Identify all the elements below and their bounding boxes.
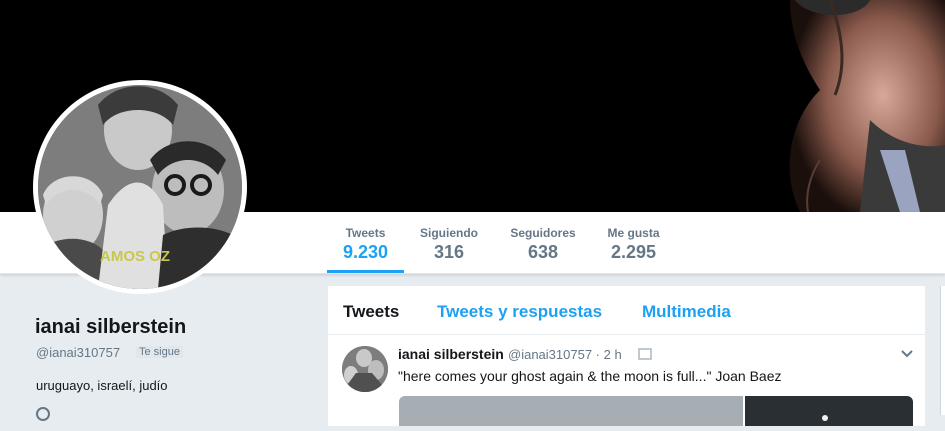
tweet-avatar[interactable] xyxy=(342,346,388,392)
tweet-author-name[interactable]: ianai silberstein xyxy=(398,346,504,362)
chevron-down-icon[interactable] xyxy=(899,346,915,362)
tab-tweets-replies[interactable]: Tweets y respuestas xyxy=(437,302,602,322)
profile-name[interactable]: ianai silberstein xyxy=(35,316,186,339)
stat-likes-value: 2.295 xyxy=(610,242,657,262)
stat-following-label: Siguiendo xyxy=(420,226,478,240)
stat-followers-value: 638 xyxy=(527,242,559,262)
stat-following[interactable]: Siguiendo 316 xyxy=(414,212,484,273)
avatar-caption: AMOS OZ xyxy=(100,248,170,265)
avatar-photo: AMOS OZ xyxy=(38,85,242,289)
profile-handle[interactable]: @ianai310757 xyxy=(36,345,120,360)
location-icon xyxy=(36,407,50,421)
tab-tweets[interactable]: Tweets xyxy=(343,302,399,322)
timeline-tabs: Tweets Tweets y respuestas Multimedia xyxy=(328,286,925,335)
stat-tweets[interactable]: Tweets 9.230 xyxy=(327,212,404,273)
stat-likes[interactable]: Me gusta 2.295 xyxy=(601,212,666,273)
side-panel-edge xyxy=(940,286,945,415)
stat-followers[interactable]: Seguidores 638 xyxy=(503,212,583,273)
tab-media[interactable]: Multimedia xyxy=(642,302,731,322)
attachment-icon xyxy=(638,348,652,360)
tweet-text: "here comes your ghost again & the moon … xyxy=(398,368,782,384)
stat-tweets-value: 9.230 xyxy=(342,242,389,262)
tweet-meta[interactable]: @ianai310757 · 2 h xyxy=(508,347,622,362)
profile-bio: uruguayo, israelí, judío xyxy=(36,378,168,393)
stat-likes-label: Me gusta xyxy=(607,226,660,240)
profile-avatar[interactable]: AMOS OZ xyxy=(33,80,247,294)
follows-you-badge: Te sigue xyxy=(136,346,183,358)
tweet-media-2[interactable] xyxy=(745,396,913,426)
tweet-media-1[interactable] xyxy=(399,396,743,426)
stat-tweets-label: Tweets xyxy=(345,226,386,240)
stat-following-value: 316 xyxy=(433,242,465,262)
stat-followers-label: Seguidores xyxy=(510,226,576,240)
timeline: Tweets Tweets y respuestas Multimedia ia… xyxy=(328,286,925,426)
